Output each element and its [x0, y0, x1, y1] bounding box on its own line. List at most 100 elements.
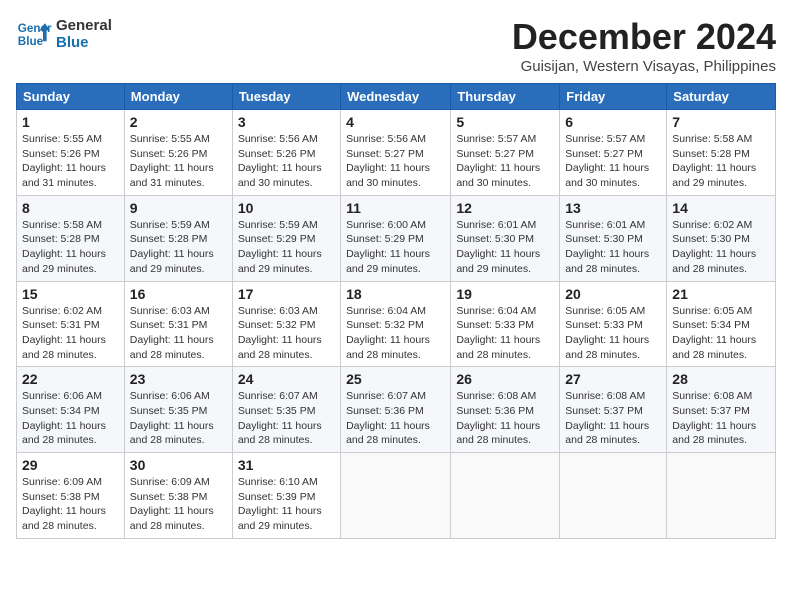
- month-year-title: December 2024: [512, 16, 776, 58]
- day-number: 26: [456, 371, 554, 387]
- calendar-cell: 31 Sunrise: 6:10 AMSunset: 5:39 PMDayligh…: [232, 453, 340, 539]
- calendar-cell: 3 Sunrise: 5:56 AMSunset: 5:26 PMDaylight…: [232, 110, 340, 196]
- day-number: 29: [22, 457, 119, 473]
- calendar-cell: 21 Sunrise: 6:05 AMSunset: 5:34 PMDayligh…: [667, 281, 776, 367]
- day-info: Sunrise: 6:08 AMSunset: 5:36 PMDaylight:…: [456, 389, 554, 448]
- calendar-cell: 25 Sunrise: 6:07 AMSunset: 5:36 PMDayligh…: [341, 367, 451, 453]
- calendar-week-row: 29 Sunrise: 6:09 AMSunset: 5:38 PMDayligh…: [17, 453, 776, 539]
- day-info: Sunrise: 6:01 AMSunset: 5:30 PMDaylight:…: [565, 218, 661, 277]
- day-number: 9: [130, 200, 227, 216]
- day-info: Sunrise: 6:01 AMSunset: 5:30 PMDaylight:…: [456, 218, 554, 277]
- day-number: 27: [565, 371, 661, 387]
- day-number: 13: [565, 200, 661, 216]
- calendar-cell: 11 Sunrise: 6:00 AMSunset: 5:29 PMDayligh…: [341, 195, 451, 281]
- weekday-header-sunday: Sunday: [17, 84, 125, 110]
- day-info: Sunrise: 5:59 AMSunset: 5:28 PMDaylight:…: [130, 218, 227, 277]
- day-number: 31: [238, 457, 335, 473]
- day-info: Sunrise: 6:05 AMSunset: 5:34 PMDaylight:…: [672, 304, 770, 363]
- day-number: 6: [565, 114, 661, 130]
- day-info: Sunrise: 6:06 AMSunset: 5:34 PMDaylight:…: [22, 389, 119, 448]
- calendar-cell: 20 Sunrise: 6:05 AMSunset: 5:33 PMDayligh…: [560, 281, 667, 367]
- logo-general: General: [56, 17, 112, 34]
- day-info: Sunrise: 6:07 AMSunset: 5:36 PMDaylight:…: [346, 389, 445, 448]
- day-number: 18: [346, 286, 445, 302]
- title-area: December 2024 Guisijan, Western Visayas,…: [512, 16, 776, 75]
- weekday-header-wednesday: Wednesday: [341, 84, 451, 110]
- day-number: 12: [456, 200, 554, 216]
- day-info: Sunrise: 6:09 AMSunset: 5:38 PMDaylight:…: [130, 475, 227, 534]
- day-info: Sunrise: 6:02 AMSunset: 5:31 PMDaylight:…: [22, 304, 119, 363]
- day-number: 1: [22, 114, 119, 130]
- calendar-cell: 9 Sunrise: 5:59 AMSunset: 5:28 PMDaylight…: [124, 195, 232, 281]
- day-number: 23: [130, 371, 227, 387]
- day-info: Sunrise: 5:56 AMSunset: 5:27 PMDaylight:…: [346, 132, 445, 191]
- day-info: Sunrise: 5:57 AMSunset: 5:27 PMDaylight:…: [565, 132, 661, 191]
- logo-icon: General Blue: [16, 16, 52, 52]
- calendar-cell: 19 Sunrise: 6:04 AMSunset: 5:33 PMDayligh…: [451, 281, 560, 367]
- calendar-cell: 7 Sunrise: 5:58 AMSunset: 5:28 PMDaylight…: [667, 110, 776, 196]
- calendar-cell: 1 Sunrise: 5:55 AMSunset: 5:26 PMDaylight…: [17, 110, 125, 196]
- day-info: Sunrise: 5:58 AMSunset: 5:28 PMDaylight:…: [22, 218, 119, 277]
- day-number: 17: [238, 286, 335, 302]
- day-number: 28: [672, 371, 770, 387]
- calendar-cell: 16 Sunrise: 6:03 AMSunset: 5:31 PMDayligh…: [124, 281, 232, 367]
- day-info: Sunrise: 6:04 AMSunset: 5:33 PMDaylight:…: [456, 304, 554, 363]
- calendar-cell: 4Sunrise: 5:56 AMSunset: 5:27 PMDaylight…: [341, 110, 451, 196]
- header: General Blue General Blue December 2024 …: [16, 16, 776, 75]
- calendar-cell: 28 Sunrise: 6:08 AMSunset: 5:37 PMDayligh…: [667, 367, 776, 453]
- day-info: Sunrise: 6:00 AMSunset: 5:29 PMDaylight:…: [346, 218, 445, 277]
- location-subtitle: Guisijan, Western Visayas, Philippines: [512, 58, 776, 75]
- day-info: Sunrise: 6:03 AMSunset: 5:31 PMDaylight:…: [130, 304, 227, 363]
- day-info: Sunrise: 6:06 AMSunset: 5:35 PMDaylight:…: [130, 389, 227, 448]
- calendar-cell: [451, 453, 560, 539]
- day-info: Sunrise: 6:07 AMSunset: 5:35 PMDaylight:…: [238, 389, 335, 448]
- calendar-cell: 8 Sunrise: 5:58 AMSunset: 5:28 PMDaylight…: [17, 195, 125, 281]
- day-info: Sunrise: 6:10 AMSunset: 5:39 PMDaylight:…: [238, 475, 335, 534]
- day-number: 8: [22, 200, 119, 216]
- calendar-cell: 26 Sunrise: 6:08 AMSunset: 5:36 PMDayligh…: [451, 367, 560, 453]
- day-number: 7: [672, 114, 770, 130]
- day-number: 5: [456, 114, 554, 130]
- logo: General Blue General Blue: [16, 16, 112, 52]
- weekday-header-monday: Monday: [124, 84, 232, 110]
- day-number: 11: [346, 200, 445, 216]
- calendar-cell: 30Sunrise: 6:09 AMSunset: 5:38 PMDayligh…: [124, 453, 232, 539]
- day-info: Sunrise: 6:08 AMSunset: 5:37 PMDaylight:…: [565, 389, 661, 448]
- calendar-cell: 24Sunrise: 6:07 AMSunset: 5:35 PMDayligh…: [232, 367, 340, 453]
- calendar-week-row: 22Sunrise: 6:06 AMSunset: 5:34 PMDayligh…: [17, 367, 776, 453]
- day-info: Sunrise: 6:02 AMSunset: 5:30 PMDaylight:…: [672, 218, 770, 277]
- day-number: 20: [565, 286, 661, 302]
- calendar-table: SundayMondayTuesdayWednesdayThursdayFrid…: [16, 83, 776, 539]
- day-info: Sunrise: 5:59 AMSunset: 5:29 PMDaylight:…: [238, 218, 335, 277]
- day-number: 3: [238, 114, 335, 130]
- calendar-cell: 6 Sunrise: 5:57 AMSunset: 5:27 PMDaylight…: [560, 110, 667, 196]
- calendar-cell: 12 Sunrise: 6:01 AMSunset: 5:30 PMDayligh…: [451, 195, 560, 281]
- day-number: 2: [130, 114, 227, 130]
- calendar-cell: 5Sunrise: 5:57 AMSunset: 5:27 PMDaylight…: [451, 110, 560, 196]
- day-number: 25: [346, 371, 445, 387]
- calendar-cell: 17Sunrise: 6:03 AMSunset: 5:32 PMDayligh…: [232, 281, 340, 367]
- day-number: 16: [130, 286, 227, 302]
- calendar-week-row: 1 Sunrise: 5:55 AMSunset: 5:26 PMDaylight…: [17, 110, 776, 196]
- day-info: Sunrise: 5:55 AMSunset: 5:26 PMDaylight:…: [22, 132, 119, 191]
- calendar-cell: 15Sunrise: 6:02 AMSunset: 5:31 PMDayligh…: [17, 281, 125, 367]
- weekday-header-thursday: Thursday: [451, 84, 560, 110]
- weekday-header-tuesday: Tuesday: [232, 84, 340, 110]
- day-info: Sunrise: 5:58 AMSunset: 5:28 PMDaylight:…: [672, 132, 770, 191]
- calendar-cell: 22Sunrise: 6:06 AMSunset: 5:34 PMDayligh…: [17, 367, 125, 453]
- calendar-cell: 10Sunrise: 5:59 AMSunset: 5:29 PMDayligh…: [232, 195, 340, 281]
- calendar-cell: 23 Sunrise: 6:06 AMSunset: 5:35 PMDayligh…: [124, 367, 232, 453]
- day-info: Sunrise: 5:55 AMSunset: 5:26 PMDaylight:…: [130, 132, 227, 191]
- calendar-week-row: 8 Sunrise: 5:58 AMSunset: 5:28 PMDaylight…: [17, 195, 776, 281]
- day-info: Sunrise: 5:56 AMSunset: 5:26 PMDaylight:…: [238, 132, 335, 191]
- day-info: Sunrise: 6:09 AMSunset: 5:38 PMDaylight:…: [22, 475, 119, 534]
- day-number: 21: [672, 286, 770, 302]
- calendar-cell: 2 Sunrise: 5:55 AMSunset: 5:26 PMDaylight…: [124, 110, 232, 196]
- day-info: Sunrise: 6:05 AMSunset: 5:33 PMDaylight:…: [565, 304, 661, 363]
- day-info: Sunrise: 6:08 AMSunset: 5:37 PMDaylight:…: [672, 389, 770, 448]
- weekday-header-saturday: Saturday: [667, 84, 776, 110]
- logo-blue: Blue: [56, 34, 112, 51]
- svg-text:Blue: Blue: [18, 35, 44, 48]
- calendar-cell: 29 Sunrise: 6:09 AMSunset: 5:38 PMDayligh…: [17, 453, 125, 539]
- day-number: 19: [456, 286, 554, 302]
